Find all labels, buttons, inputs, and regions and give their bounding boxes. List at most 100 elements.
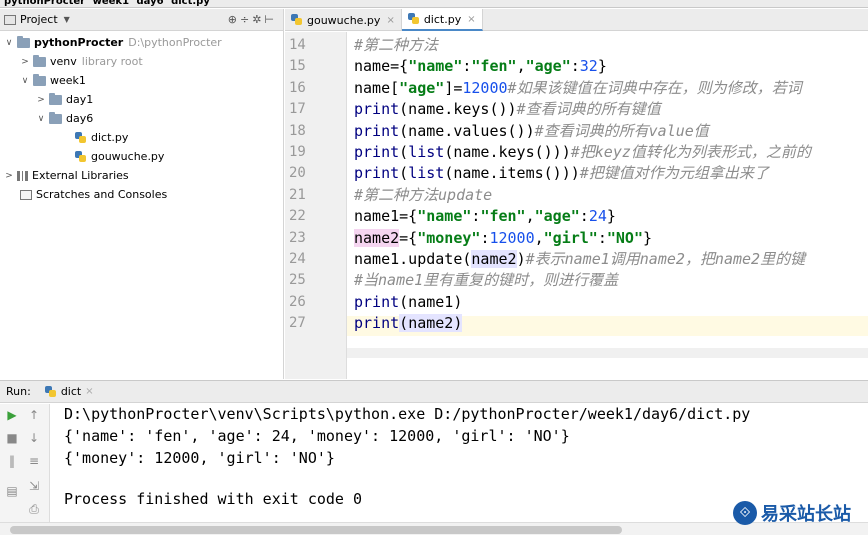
- code-token: print: [354, 143, 400, 161]
- tree-item-gouwuche-py[interactable]: gouwuche.py: [75, 147, 164, 166]
- editor-horizontal-scrollbar[interactable]: [347, 348, 868, 358]
- code-token: #把键值对作为元组拿出来了: [579, 164, 769, 183]
- code-token: (: [399, 143, 409, 161]
- code-token: "girl": [543, 228, 598, 247]
- expand-toggle-icon[interactable]: >: [36, 95, 46, 105]
- code-line: #第二种方法update: [354, 185, 492, 205]
- tree-item-label: External Libraries: [32, 169, 129, 182]
- code-token: list: [408, 143, 445, 161]
- collapse-icon[interactable]: ÷: [240, 13, 252, 26]
- close-icon[interactable]: ×: [85, 386, 93, 397]
- tree-item-project-root[interactable]: ∨ pythonProcter D:\pythonProcter: [4, 33, 222, 52]
- tree-item-day1[interactable]: > day1: [36, 90, 93, 109]
- print-icon[interactable]: ⎙: [27, 502, 41, 516]
- code-token: name2: [408, 314, 454, 333]
- code-editor[interactable]: 14 15 16 17 18 19 20 21 22 23 24 25 26 27 #第二种方法 name=…: [285, 32, 868, 379]
- code-token: "age": [525, 57, 571, 76]
- expand-toggle-icon[interactable]: >: [4, 171, 14, 181]
- hide-panel-icon[interactable]: ⊢: [264, 13, 277, 26]
- tab-label: gouwuche.py: [307, 13, 381, 27]
- code-token: "NO": [606, 228, 643, 247]
- line-number: 22: [289, 208, 306, 225]
- code-token: #表示name1调用name2，把name2里的键: [525, 250, 806, 268]
- code-line: name1.update(name2)#表示name1调用name2，把name…: [354, 249, 805, 269]
- breadcrumb-item-week1[interactable]: week1: [93, 0, 129, 7]
- line-number: 24: [289, 251, 306, 267]
- expand-toggle-icon[interactable]: ∨: [36, 114, 46, 124]
- tree-item-venv[interactable]: > venv library root: [20, 52, 143, 71]
- code-token: ,: [534, 228, 544, 247]
- line-number: 19: [289, 144, 306, 160]
- code-token: "money": [417, 228, 481, 247]
- arrow-up-icon[interactable]: ↑: [27, 408, 41, 422]
- code-token: ]=: [444, 78, 463, 97]
- run-tab-dict[interactable]: dict ×: [44, 385, 94, 398]
- scrollbar-thumb[interactable]: [10, 526, 622, 534]
- watermark: ⟐ 易采站长站: [733, 500, 851, 526]
- watermark-logo-icon: ⟐: [733, 501, 757, 525]
- breadcrumb-item-project[interactable]: pythonProcter: [4, 0, 85, 7]
- code-token: }: [606, 207, 616, 226]
- code-token: ,: [516, 57, 526, 76]
- code-token: "age": [534, 207, 580, 226]
- code-line: name1={"name":"fen","age":24}: [354, 206, 616, 226]
- rerun-icon[interactable]: ▶: [5, 408, 19, 422]
- code-token: "fen": [480, 207, 526, 226]
- code-token: name2: [354, 228, 400, 247]
- run-tab-label: dict: [60, 385, 82, 398]
- expand-toggle-icon[interactable]: ∨: [4, 38, 14, 48]
- python-file-icon: [75, 131, 87, 144]
- pause-icon[interactable]: ‖: [5, 454, 19, 468]
- breadcrumb-item-file[interactable]: dict.py: [171, 0, 210, 7]
- panel-tools: ⊕÷✲⊢: [228, 13, 277, 26]
- code-token: print: [354, 121, 400, 140]
- soft-wrap-icon[interactable]: ≡: [27, 454, 41, 468]
- tree-item-scratches[interactable]: Scratches and Consoles: [20, 185, 167, 204]
- code-token: "name": [408, 57, 463, 76]
- expand-toggle-icon[interactable]: >: [20, 57, 30, 67]
- tab-dict-py[interactable]: dict.py ×: [401, 9, 483, 31]
- restore-layout-icon[interactable]: ▤: [5, 484, 19, 498]
- code-token: (name.keys())): [444, 143, 571, 161]
- tree-item-label: gouwuche.py: [91, 150, 165, 163]
- code-line: print(list(name.items()))#把键值对作为元组拿出来了: [354, 163, 769, 183]
- gear-icon[interactable]: ✲: [252, 13, 264, 26]
- code-token: name[: [354, 78, 400, 97]
- tree-item-day6[interactable]: ∨ day6: [36, 109, 93, 128]
- code-token: :: [597, 228, 607, 247]
- code-token: "name": [417, 207, 472, 226]
- tree-item-dict-py[interactable]: dict.py: [75, 128, 128, 147]
- code-token: print: [354, 292, 400, 311]
- project-panel-title[interactable]: Project: [20, 13, 58, 26]
- breadcrumb-item-day6[interactable]: day6: [137, 0, 164, 7]
- line-number: 27: [289, 315, 306, 332]
- expand-toggle-icon[interactable]: ∨: [20, 76, 30, 86]
- code-token: (: [399, 164, 409, 183]
- close-icon[interactable]: ×: [386, 15, 394, 26]
- line-number: 14: [289, 37, 306, 53]
- code-token: #如果该键值在词典中存在，则为修改，若词: [507, 78, 802, 97]
- tree-item-label: Scratches and Consoles: [36, 188, 168, 201]
- scroll-to-end-icon[interactable]: ⇲: [27, 479, 41, 493]
- tree-item-external-libraries[interactable]: > External Libraries: [4, 166, 129, 185]
- tree-item-label: dict.py: [91, 131, 129, 144]
- folder-icon: [49, 111, 62, 124]
- code-token: 12000: [462, 78, 508, 97]
- code-token: #第二种方法update: [354, 185, 493, 204]
- python-file-icon: [44, 385, 57, 398]
- line-number: 25: [289, 272, 306, 289]
- arrow-down-icon[interactable]: ↓: [27, 431, 41, 445]
- line-number: 20: [289, 165, 306, 182]
- line-number: 17: [289, 101, 306, 118]
- code-token: name={: [354, 57, 409, 76]
- stop-icon[interactable]: ■: [5, 431, 19, 445]
- close-icon[interactable]: ×: [467, 14, 475, 25]
- code-token: ={: [399, 228, 418, 247]
- folder-icon: [33, 54, 46, 67]
- chevron-down-icon[interactable]: ▼: [64, 15, 70, 24]
- tab-gouwuche-py[interactable]: gouwuche.py ×: [285, 9, 402, 31]
- code-token: }: [643, 228, 653, 247]
- tree-item-week1[interactable]: ∨ week1: [20, 71, 86, 90]
- target-icon[interactable]: ⊕: [228, 13, 240, 26]
- code-token: name1.update(: [354, 250, 472, 268]
